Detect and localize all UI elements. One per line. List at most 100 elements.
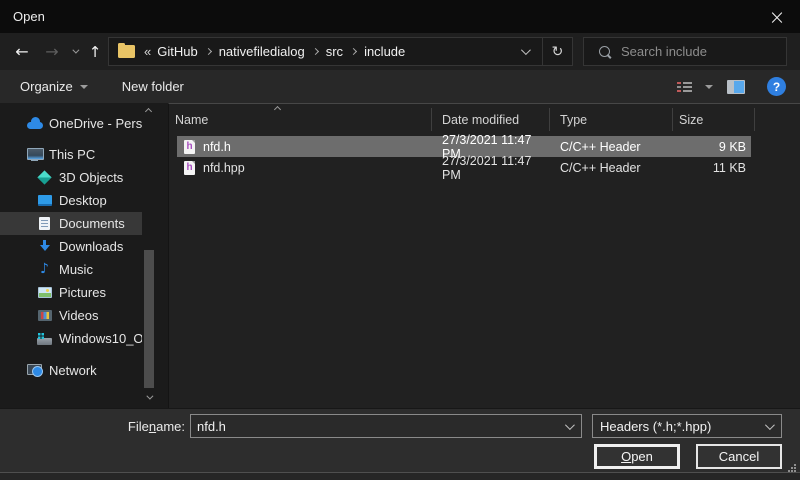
table-row-nfd-hpp[interactable]: nfd.hpp 27/3/2021 11:47 PM C/C++ Header … [177,157,751,178]
file-type-select[interactable]: Headers (*.h;*.hpp) [592,414,782,438]
open-button[interactable]: Open [594,444,680,469]
sidebar-scrollbar[interactable] [143,103,156,408]
preview-pane-icon[interactable] [727,80,745,94]
column-header-size[interactable]: Size [673,108,755,131]
window-bottom-edge [0,472,800,480]
file-type-value: Headers (*.h;*.hpp) [593,419,765,434]
change-view-icon[interactable] [677,81,693,93]
help-icon[interactable]: ? [767,77,786,96]
scrollbar-thumb[interactable] [144,250,154,388]
sidebar-item-windows10-os[interactable]: Windows10_OS ( [0,327,142,350]
address-dropdown-chevron-icon[interactable] [521,45,531,55]
breadcrumb-segment-src[interactable]: src [326,44,343,59]
file-name-text: nfd.h [203,140,231,154]
sidebar-item-downloads[interactable]: Downloads [0,235,142,258]
document-icon [36,217,53,230]
breadcrumb-overflow-chevron[interactable]: « [144,44,151,59]
organize-button[interactable]: Organize [20,79,88,94]
file-list-area: Name Date modified Type Size nfd.h 27/3/… [168,103,800,408]
breadcrumb[interactable]: « GitHub nativefiledialog src include ↻ [108,37,573,66]
navigation-bar: ← → ↑ « GitHub nativefiledialog src incl… [0,33,800,70]
main-area: OneDrive - Persor This PC 3D Objects Des… [0,103,800,408]
sidebar-item-music[interactable]: ♪ Music [0,258,142,281]
file-name-cell: nfd.hpp [177,161,432,175]
file-name-input[interactable] [191,419,565,434]
open-dialog-window: Open × ← → ↑ « GitHub nativefiledialog s… [0,0,800,480]
sidebar-item-label: Windows10_OS ( [59,331,142,346]
column-header-type[interactable]: Type [550,108,673,131]
refresh-icon[interactable]: ↻ [543,38,572,65]
chevron-right-icon[interactable] [205,48,212,55]
sidebar-item-network[interactable]: Network [0,359,142,382]
scroll-down-icon[interactable] [146,393,153,400]
breadcrumb-segment-nativefiledialog[interactable]: nativefiledialog [219,44,305,59]
organize-label: Organize [20,79,73,94]
computer-icon [26,148,43,161]
sidebar-item-label: Pictures [59,285,106,300]
cancel-button[interactable]: Cancel [696,444,782,469]
h-file-icon [184,140,195,154]
chevron-right-icon[interactable] [350,48,357,55]
sidebar-item-label: 3D Objects [59,170,123,185]
recent-locations-chevron-icon[interactable] [66,33,82,70]
download-icon [36,240,53,253]
h-file-icon [184,161,195,175]
search-box[interactable] [583,37,787,66]
close-button[interactable]: × [754,0,800,33]
file-type-cell: C/C++ Header [550,140,673,154]
file-date-cell: 27/3/2021 11:47 PM [432,154,550,182]
file-name-cell: nfd.h [177,140,432,154]
back-icon[interactable]: ← [8,33,36,70]
file-size-cell: 11 KB [673,161,751,175]
sidebar-item-label: This PC [49,147,95,162]
chevron-down-icon[interactable] [565,420,575,430]
resize-grip[interactable] [787,463,797,473]
sidebar-item-label: Downloads [59,239,123,254]
search-input[interactable] [621,44,797,59]
file-name-label: File name: [0,414,185,438]
breadcrumb-segment-include[interactable]: include [364,44,405,59]
up-icon[interactable]: ↑ [82,33,108,70]
forward-icon: → [38,33,66,70]
sidebar-item-label: OneDrive - Persor [49,116,142,131]
column-header-row: Name Date modified Type Size [169,104,800,134]
drive-icon [36,333,53,345]
toolbar-right-group: ? [677,70,800,103]
sidebar-item-label: Music [59,262,93,277]
cloud-icon [26,118,43,129]
file-type-cell: C/C++ Header [550,161,673,175]
sidebar-item-label: Desktop [59,193,107,208]
dropdown-triangle-icon [80,85,88,89]
music-icon: ♪ [36,263,53,276]
column-header-name[interactable]: Name [169,108,432,131]
navigation-sidebar: OneDrive - Persor This PC 3D Objects Des… [0,103,168,408]
view-dropdown-triangle-icon[interactable] [705,85,713,89]
chevron-right-icon[interactable] [312,48,319,55]
desktop-icon [36,195,53,206]
file-name-text: nfd.hpp [203,161,245,175]
sidebar-item-onedrive[interactable]: OneDrive - Persor [0,112,142,135]
new-folder-button[interactable]: New folder [122,79,184,94]
new-folder-label: New folder [122,79,184,94]
file-rows: nfd.h 27/3/2021 11:47 PM C/C++ Header 9 … [169,136,800,178]
picture-icon [36,287,53,298]
folder-icon [118,45,135,58]
scroll-up-icon[interactable] [145,108,152,115]
video-icon [36,310,53,321]
column-header-date-modified[interactable]: Date modified [432,108,550,131]
file-name-combo[interactable] [190,414,582,438]
chevron-down-icon[interactable] [765,420,775,430]
sidebar-item-label: Network [49,363,97,378]
command-toolbar: Organize New folder ? [0,70,800,103]
sidebar-item-this-pc[interactable]: This PC [0,143,142,166]
sidebar-item-documents[interactable]: Documents [0,212,142,235]
search-icon [599,46,611,58]
breadcrumb-segment-github[interactable]: GitHub [157,44,197,59]
title-bar: Open × [0,0,800,33]
sidebar-item-desktop[interactable]: Desktop [0,189,142,212]
sidebar-item-3d-objects[interactable]: 3D Objects [0,166,142,189]
window-title: Open [13,9,45,24]
sidebar-item-pictures[interactable]: Pictures [0,281,142,304]
cube-icon [36,172,53,183]
sidebar-item-videos[interactable]: Videos [0,304,142,327]
